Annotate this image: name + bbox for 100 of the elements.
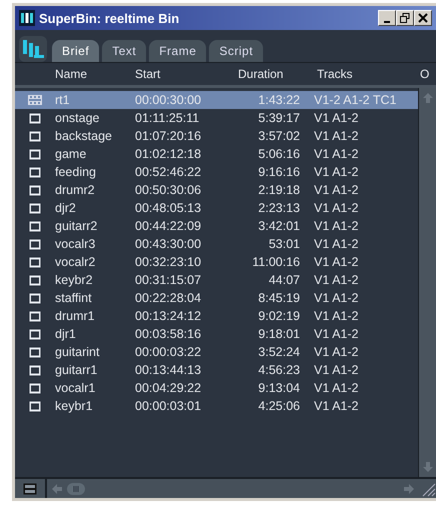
restore-icon bbox=[400, 13, 410, 23]
duration-cell-text: 3:42:01 bbox=[257, 219, 300, 233]
start-cell-text: 01:07:20:16 bbox=[135, 129, 202, 143]
film-clip-icon bbox=[29, 292, 41, 304]
tracks-cell-text: V1 A1-2 bbox=[314, 237, 360, 251]
vertical-scrollbar[interactable] bbox=[418, 88, 436, 477]
column-header[interactable]: Start bbox=[135, 67, 238, 81]
tracks-cell-text: V1 A1-2 bbox=[314, 327, 360, 341]
film-clip-icon bbox=[29, 274, 41, 286]
duration-cell-text: 2:19:18 bbox=[257, 183, 300, 197]
minimize-button[interactable] bbox=[378, 10, 396, 26]
column-header[interactable]: Duration bbox=[238, 67, 317, 81]
column-header[interactable]: Tracks bbox=[317, 67, 420, 81]
tracks-cell-text: V1 A1-2 bbox=[314, 291, 360, 305]
view-tab[interactable]: Frame bbox=[149, 40, 206, 62]
close-button[interactable] bbox=[414, 10, 432, 26]
start-cell-text: 00:04:29:22 bbox=[135, 381, 202, 395]
scroll-thumb-icon[interactable] bbox=[67, 482, 85, 494]
film-clip-icon bbox=[29, 166, 41, 178]
bin-row[interactable]: vocalr2 00:32:23:10 11:00:16 V1 A1-2 bbox=[15, 253, 418, 271]
film-clip-icon bbox=[29, 382, 41, 394]
bin-row[interactable]: staffint 00:22:28:04 8:45:19 V1 A1-2 bbox=[15, 289, 418, 307]
bin-row[interactable]: drumr1 00:13:24:12 9:02:19 V1 A1-2 bbox=[15, 307, 418, 325]
bin-row[interactable]: keybr1 00:00:03:01 4:25:06 V1 A1-2 bbox=[15, 397, 418, 415]
start-cell-text: 00:50:30:06 bbox=[135, 183, 202, 197]
bin-row[interactable]: backstage 01:07:20:16 3:57:02 V1 A1-2 bbox=[15, 127, 418, 145]
tracks-cell-text: V1 A1-2 bbox=[314, 273, 360, 287]
duration-cell-text: 11:00:16 bbox=[251, 255, 300, 269]
duration-cell-text: 9:16:16 bbox=[257, 165, 300, 179]
film-clip-icon bbox=[29, 328, 41, 340]
duration-cell-text: 1:43:22 bbox=[257, 93, 300, 107]
duration-cell-text: 9:02:19 bbox=[257, 309, 300, 323]
film-clip-icon bbox=[29, 148, 41, 160]
bin-row[interactable]: guitarint 00:00:03:22 3:52:24 V1 A1-2 bbox=[15, 343, 418, 361]
start-cell-text: 00:52:46:22 bbox=[135, 165, 202, 179]
film-clip-icon bbox=[29, 112, 41, 124]
duration-cell-text: 3:57:02 bbox=[257, 129, 300, 143]
duration-cell-text: 2:23:13 bbox=[257, 201, 300, 215]
bin-row[interactable]: keybr2 00:31:15:07 44:07 V1 A1-2 bbox=[15, 271, 418, 289]
minimize-icon bbox=[384, 20, 390, 22]
window-title: SuperBin: reeltime Bin bbox=[39, 10, 180, 26]
bin-row[interactable]: feeding 00:52:46:22 9:16:16 V1 A1-2 bbox=[15, 163, 418, 181]
column-header[interactable]: Name bbox=[55, 67, 135, 81]
film-clip-icon bbox=[29, 202, 41, 214]
right-arrow-icon bbox=[403, 482, 415, 494]
name-cell-text: djr1 bbox=[55, 327, 77, 341]
name-cell-text: vocalr3 bbox=[55, 237, 96, 251]
bin-row[interactable]: drumr2 00:50:30:06 2:19:18 V1 A1-2 bbox=[15, 181, 418, 199]
name-cell-text: djr2 bbox=[55, 201, 77, 215]
name-cell-text: feeding bbox=[55, 165, 98, 179]
bin-row[interactable]: djr1 00:03:58:16 9:18:01 V1 A1-2 bbox=[15, 325, 418, 343]
film-clip-icon bbox=[29, 346, 41, 358]
film-clip-icon bbox=[29, 220, 41, 232]
frame-view-icon[interactable] bbox=[23, 482, 37, 494]
start-cell-text: 00:03:58:16 bbox=[135, 327, 202, 341]
view-tab[interactable]: Script bbox=[209, 40, 264, 62]
start-cell-text: 00:00:03:22 bbox=[135, 345, 202, 359]
bin-icon bbox=[19, 10, 35, 26]
tracks-cell-text: V1 A1-2 bbox=[314, 345, 360, 359]
film-clip-icon bbox=[29, 256, 41, 268]
name-cell-text: drumr1 bbox=[55, 309, 96, 323]
duration-cell-text: 9:18:01 bbox=[257, 327, 300, 341]
start-cell-text: 00:00:03:01 bbox=[135, 399, 202, 413]
close-icon bbox=[418, 13, 428, 23]
bin-view-icon[interactable] bbox=[19, 36, 47, 62]
column-header[interactable]: O bbox=[420, 67, 429, 81]
bin-row[interactable]: djr2 00:48:05:13 2:23:13 V1 A1-2 bbox=[15, 199, 418, 217]
view-tab[interactable]: Brief bbox=[52, 40, 100, 62]
bin-row[interactable]: guitarr2 00:44:22:09 3:42:01 V1 A1-2 bbox=[15, 217, 418, 235]
duration-cell-text: 4:56:23 bbox=[257, 363, 300, 377]
name-cell-text: guitarr1 bbox=[55, 363, 98, 377]
duration-cell-text: 3:52:24 bbox=[257, 345, 300, 359]
film-clip-icon bbox=[29, 130, 41, 142]
restore-button[interactable] bbox=[396, 10, 414, 26]
start-cell-text: 00:00:30:00 bbox=[135, 93, 202, 107]
name-cell-text: guitarint bbox=[55, 345, 100, 359]
tracks-cell-text: V1 A1-2 bbox=[314, 111, 360, 125]
bin-row[interactable]: vocalr3 00:43:30:00 53:01 V1 A1-2 bbox=[15, 235, 418, 253]
name-cell-text: keybr1 bbox=[55, 399, 94, 413]
name-cell-text: vocalr2 bbox=[55, 255, 96, 269]
film-clip-icon bbox=[29, 184, 41, 196]
bin-row[interactable]: vocalr1 00:04:29:22 9:13:04 V1 A1-2 bbox=[15, 379, 418, 397]
name-cell-text: onstage bbox=[55, 111, 100, 125]
tracks-cell-text: V1 A1-2 bbox=[314, 309, 360, 323]
tracks-cell-text: V1 A1-2 bbox=[314, 399, 360, 413]
start-cell-text: 00:48:05:13 bbox=[135, 201, 202, 215]
start-cell-text: 01:02:12:18 bbox=[135, 147, 202, 161]
start-cell-text: 01:11:25:11 bbox=[135, 111, 200, 125]
tracks-cell-text: V1 A1-2 bbox=[314, 255, 360, 269]
name-cell-text: staffint bbox=[55, 291, 93, 305]
bin-row[interactable]: game 01:02:12:18 5:06:16 V1 A1-2 bbox=[15, 145, 418, 163]
start-cell-text: 00:43:30:00 bbox=[135, 237, 202, 251]
start-cell-text: 00:44:22:09 bbox=[135, 219, 202, 233]
view-tab[interactable]: Text bbox=[102, 40, 146, 62]
duration-cell-text: 53:01 bbox=[268, 237, 300, 251]
name-cell-text: rt1 bbox=[55, 93, 71, 107]
tracks-cell-text: V1 A1-2 bbox=[314, 381, 360, 395]
bin-row[interactable]: guitarr1 00:13:44:13 4:56:23 V1 A1-2 bbox=[15, 361, 418, 379]
bin-row[interactable]: onstage 01:11:25:11 5:39:17 V1 A1-2 bbox=[15, 109, 418, 127]
tracks-cell-text: V1 A1-2 bbox=[314, 201, 360, 215]
